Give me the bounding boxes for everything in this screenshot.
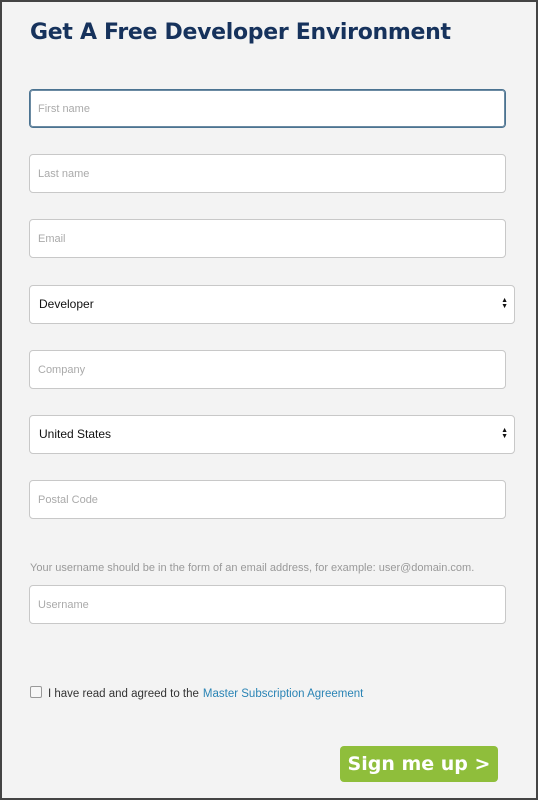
company-input[interactable]	[30, 351, 505, 388]
role-selected: Developer	[39, 297, 94, 311]
role-select[interactable]: Developer ▲ ▼	[29, 285, 515, 324]
username-field[interactable]	[29, 585, 506, 624]
email-input[interactable]	[30, 220, 505, 257]
last-name-input[interactable]	[30, 155, 505, 192]
postal-code-field[interactable]	[29, 480, 506, 519]
agreement-row: I have read and agreed to the Master Sub…	[30, 686, 363, 700]
email-field[interactable]	[29, 219, 506, 258]
select-arrows-icon: ▲ ▼	[501, 297, 508, 310]
last-name-field[interactable]	[29, 154, 506, 193]
agreement-text: I have read and agreed to the	[48, 688, 199, 700]
first-name-input[interactable]	[30, 90, 505, 127]
country-selected: United States	[39, 427, 112, 441]
master-subscription-agreement-link[interactable]: Master Subscription Agreement	[203, 688, 363, 700]
username-help-text: Your username should be in the form of a…	[30, 562, 475, 574]
postal-code-input[interactable]	[30, 481, 505, 518]
username-input[interactable]	[30, 586, 505, 623]
country-select[interactable]: United States ▲ ▼	[29, 415, 515, 454]
select-arrows-icon: ▲ ▼	[501, 427, 508, 440]
page-title: Get A Free Developer Environment	[30, 20, 451, 45]
agreement-checkbox[interactable]	[30, 686, 42, 698]
signup-form: Get A Free Developer Environment Develop…	[0, 0, 538, 800]
company-field[interactable]	[29, 350, 506, 389]
sign-up-button[interactable]: Sign me up >	[340, 746, 498, 782]
first-name-field[interactable]	[29, 89, 506, 128]
